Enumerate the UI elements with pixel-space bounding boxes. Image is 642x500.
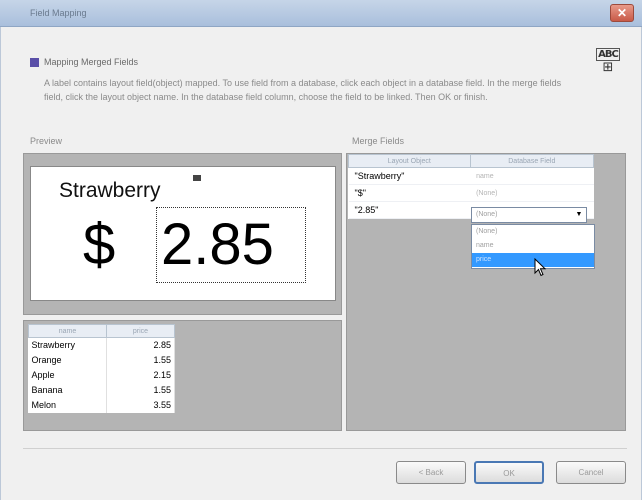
database-table: name price Strawberry 2.85 Orange 1.55 App… xyxy=(28,324,175,413)
cell-name: Banana xyxy=(28,382,107,398)
footer-divider xyxy=(23,448,627,449)
section-square-icon xyxy=(30,58,39,67)
column-header-database-field[interactable]: Database Field xyxy=(469,154,595,168)
table-row[interactable]: "$" (None) xyxy=(348,184,594,202)
table-row[interactable]: Banana 1.55 xyxy=(28,382,175,398)
layout-object-cell: "$" xyxy=(348,184,471,202)
cell-name: Apple xyxy=(28,367,107,383)
label-preview-panel: Strawberry $ 2.85 xyxy=(23,153,342,315)
column-header-layout-object[interactable]: Layout Object xyxy=(348,154,471,168)
cell-name: Strawberry xyxy=(28,337,107,353)
cell-price: 3.55 xyxy=(106,397,175,413)
header-description: A label contains layout field(object) ma… xyxy=(44,78,562,102)
cell-price: 1.55 xyxy=(106,382,175,398)
select-value: (None) xyxy=(476,211,498,218)
layout-object-cell: "Strawberry" xyxy=(348,167,471,185)
dropdown-option[interactable]: name xyxy=(472,239,594,253)
merge-fields-section-label: Merge Fields xyxy=(352,136,405,146)
table-row[interactable]: Apple 2.15 xyxy=(28,367,175,383)
cell-name: Melon xyxy=(28,397,107,413)
header-title: Mapping Merged Fields xyxy=(44,57,139,67)
database-field-cell[interactable]: name xyxy=(470,167,594,185)
layout-object-cell: "2.85" xyxy=(348,201,471,219)
database-field-dropdown: (None) name price xyxy=(471,224,595,269)
column-header-price[interactable]: price xyxy=(106,324,175,338)
database-panel: name price Strawberry 2.85 Orange 1.55 App… xyxy=(23,320,342,431)
label-name-text[interactable]: Strawberry xyxy=(59,179,161,203)
label-currency-text[interactable]: $ xyxy=(83,209,115,281)
merge-fields-panel: Layout Object Database Field "Strawberry… xyxy=(346,153,626,431)
database-field-select[interactable]: (None) ▼ xyxy=(471,207,587,223)
ok-button[interactable]: OK xyxy=(474,461,544,484)
table-row[interactable]: Strawberry 2.85 xyxy=(28,337,175,353)
cancel-button[interactable]: Cancel xyxy=(556,461,626,484)
chevron-down-icon[interactable]: ▼ xyxy=(573,209,585,221)
preview-section-label: Preview xyxy=(30,136,63,146)
column-header-name[interactable]: name xyxy=(28,324,107,338)
cell-price: 2.15 xyxy=(106,367,175,383)
back-button[interactable]: < Back xyxy=(396,461,466,484)
mouse-pointer-icon xyxy=(534,258,547,277)
table-row[interactable]: "Strawberry" name xyxy=(348,167,594,185)
cell-price: 1.55 xyxy=(106,352,175,368)
table-row[interactable]: Orange 1.55 xyxy=(28,352,175,368)
database-field-cell[interactable]: (None) xyxy=(470,184,594,202)
cell-name: Orange xyxy=(28,352,107,368)
abc-merge-icon: ABC ⊞ xyxy=(596,48,620,84)
dropdown-option-selected[interactable]: price xyxy=(472,253,594,267)
title-bar: Field Mapping ✕ xyxy=(0,0,642,27)
label-card: Strawberry $ 2.85 xyxy=(30,166,336,301)
cell-price: 2.85 xyxy=(106,337,175,353)
merge-marker-icon xyxy=(193,175,201,181)
table-row[interactable]: Melon 3.55 xyxy=(28,397,175,413)
close-button[interactable]: ✕ xyxy=(610,4,634,22)
dropdown-option[interactable]: (None) xyxy=(472,225,594,239)
selected-object-frame[interactable] xyxy=(156,207,306,283)
window-title: Field Mapping xyxy=(30,8,87,18)
